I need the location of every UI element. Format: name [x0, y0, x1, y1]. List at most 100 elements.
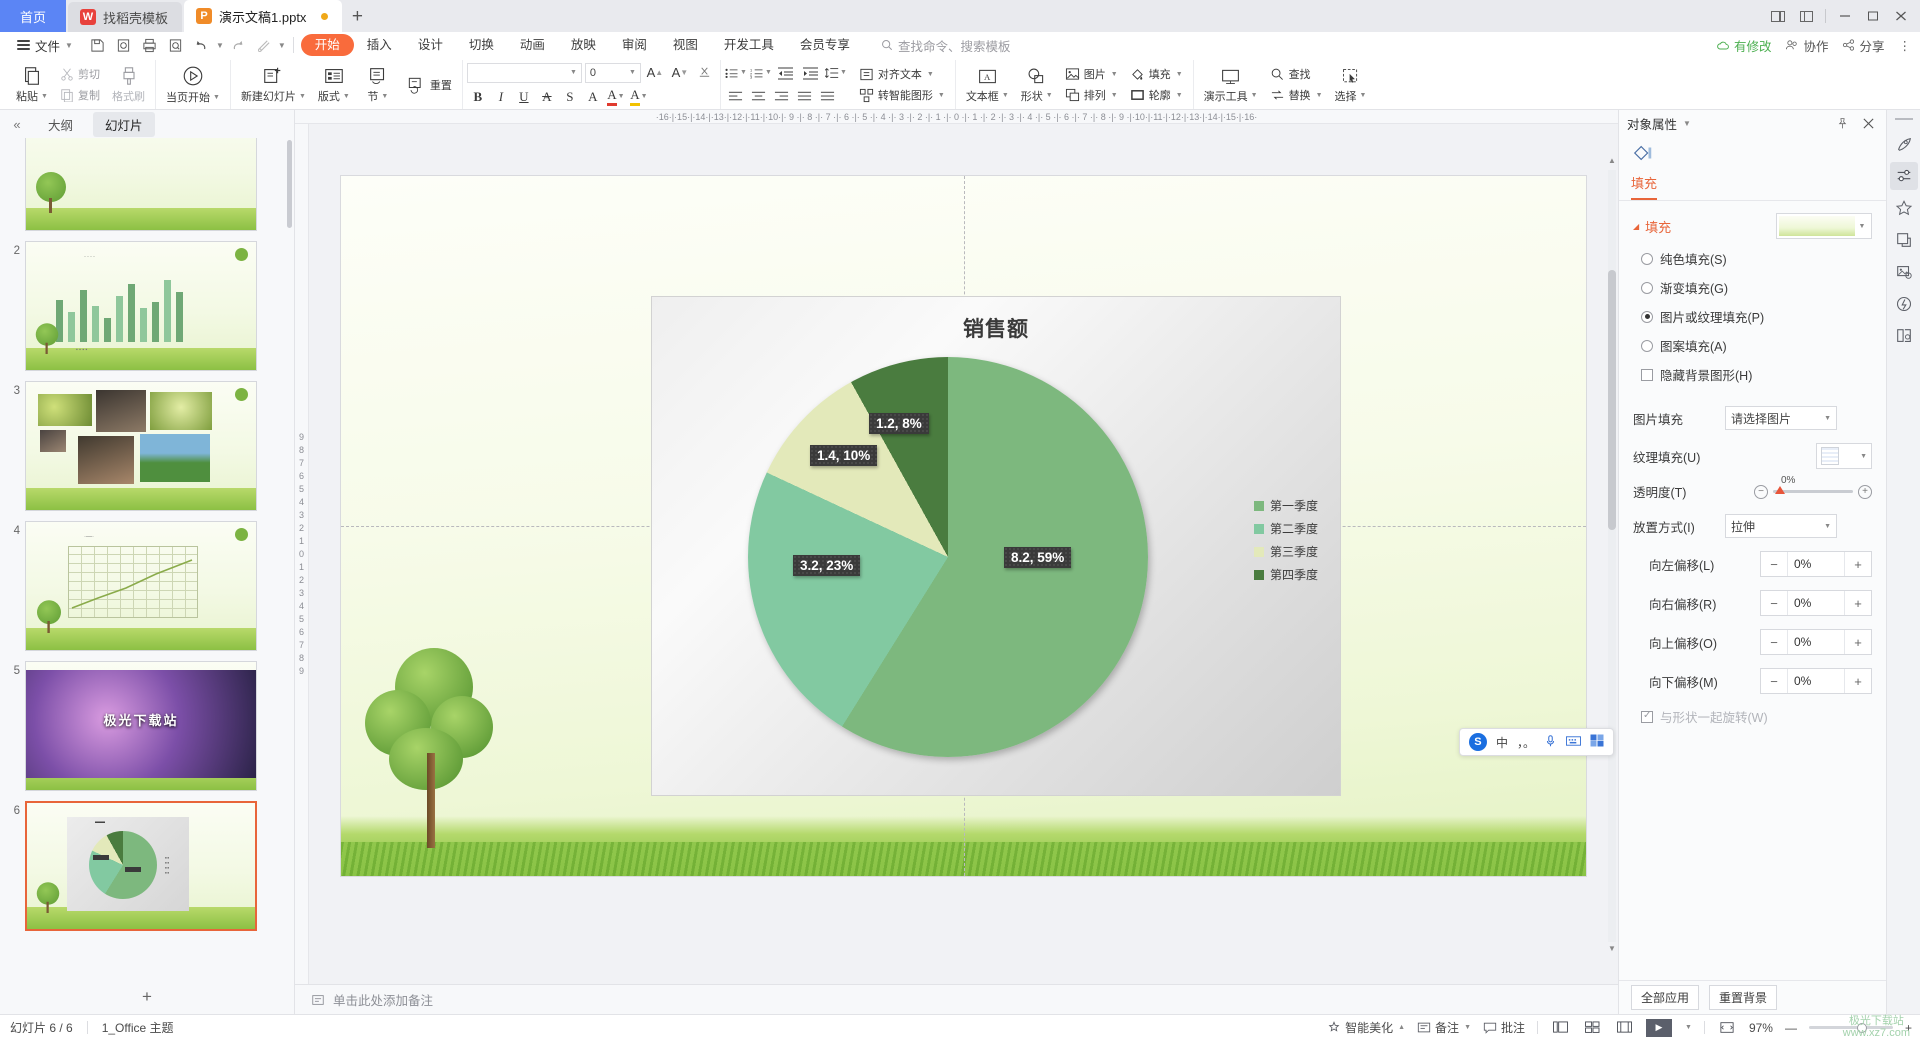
- slider-track[interactable]: 0%: [1773, 475, 1853, 494]
- offset-bottom-stepper[interactable]: − 0% +: [1760, 668, 1872, 694]
- more-options-icon[interactable]: ⋮: [1899, 38, 1913, 53]
- picture-button[interactable]: 图片 ▼: [1061, 64, 1122, 84]
- ime-punctuation-toggle[interactable]: ，。: [1517, 734, 1535, 751]
- cut-button[interactable]: 剪切: [56, 64, 104, 84]
- properties-icon[interactable]: [1889, 162, 1918, 190]
- ribbon-tab-insert[interactable]: 插入: [354, 34, 405, 56]
- ribbon-tab-design[interactable]: 设计: [405, 34, 456, 56]
- ribbon-tab-developer[interactable]: 开发工具: [711, 34, 787, 56]
- zoom-level-label[interactable]: 97%: [1749, 1021, 1773, 1035]
- keyboard-icon[interactable]: [1566, 735, 1581, 750]
- justify-button[interactable]: [794, 86, 816, 108]
- zoom-out-button[interactable]: —: [1785, 1021, 1797, 1035]
- tab-docer-template[interactable]: W 找稻壳模板: [68, 2, 183, 32]
- fill-preview-swatch[interactable]: ▼: [1776, 213, 1872, 239]
- slide-pane-scrollbar[interactable]: [287, 140, 292, 228]
- close-button[interactable]: [1888, 4, 1914, 28]
- underline-button[interactable]: U: [513, 86, 535, 108]
- pin-icon[interactable]: [1832, 113, 1852, 133]
- sorter-view-icon[interactable]: [1582, 1019, 1602, 1037]
- layers-icon[interactable]: [1890, 226, 1918, 254]
- convert-smartart-button[interactable]: 转智能图形 ▼: [855, 85, 949, 105]
- checkbox-hide-background[interactable]: 隐藏背景图形(H): [1641, 365, 1872, 384]
- close-icon[interactable]: [1858, 113, 1878, 133]
- reset-button[interactable]: 重置: [400, 60, 458, 109]
- notes-pane[interactable]: 单击此处添加备注: [295, 984, 1618, 1014]
- slide-canvas[interactable]: 销售额 8.2, 59% 3.2, 23% 1.4, 10% 1.2, 8% 第…: [341, 176, 1586, 876]
- highlight-color-button[interactable]: A ▼: [628, 86, 650, 108]
- ime-language-toggle[interactable]: 中: [1496, 734, 1508, 751]
- text-color-button[interactable]: A ▼: [605, 86, 627, 108]
- ribbon-tab-review[interactable]: 审阅: [609, 34, 660, 56]
- normal-view-icon[interactable]: [1550, 1019, 1570, 1037]
- minus-icon[interactable]: −: [1761, 669, 1787, 693]
- tab-outline[interactable]: 大纲: [36, 112, 85, 137]
- tab-slides[interactable]: 幻灯片: [93, 111, 155, 137]
- horizontal-ruler[interactable]: ·16·|·15·|·14·|·13·|·12·|·11·|·10·|· 9 ·…: [295, 110, 1618, 124]
- canvas-vertical-scrollbar[interactable]: [1608, 170, 1616, 942]
- customize-chevron-icon[interactable]: ▼: [278, 41, 286, 50]
- minus-icon[interactable]: −: [1761, 552, 1787, 576]
- rocket-icon[interactable]: [1890, 130, 1918, 158]
- collapse-left-icon[interactable]: «: [6, 113, 28, 135]
- indent-decrease-button[interactable]: [775, 62, 797, 84]
- numbering-button[interactable]: 1 2 3 ▼: [750, 62, 772, 84]
- paste-button[interactable]: 粘贴 ▼: [10, 60, 54, 109]
- toolbox-icon[interactable]: [1590, 734, 1604, 750]
- undo-chevron-icon[interactable]: ▼: [216, 41, 224, 50]
- scrollbar-thumb[interactable]: [1608, 270, 1616, 530]
- radio-gradient-fill[interactable]: 渐变填充(G): [1641, 278, 1872, 297]
- ime-toolbar[interactable]: S 中 ，。: [1458, 728, 1614, 756]
- ribbon-tab-animation[interactable]: 动画: [507, 34, 558, 56]
- shadow-button[interactable]: S: [559, 86, 581, 108]
- bullets-button[interactable]: ▼: [725, 62, 747, 84]
- undo-icon[interactable]: [190, 34, 214, 56]
- bold-button[interactable]: B: [467, 86, 489, 108]
- font-name-input[interactable]: ▼: [466, 62, 582, 83]
- effects-icon[interactable]: [1890, 290, 1918, 318]
- tab-home[interactable]: 首页: [0, 0, 66, 32]
- offset-bottom-value[interactable]: 0%: [1787, 669, 1845, 693]
- ribbon-tab-view[interactable]: 视图: [660, 34, 711, 56]
- slide-thumb-4[interactable]: 4 ·—·: [0, 516, 294, 656]
- slide-thumb-1[interactable]: 1: [0, 138, 294, 236]
- add-slide-button[interactable]: +: [0, 980, 294, 1014]
- share-button[interactable]: 分享: [1842, 36, 1885, 55]
- italic-button[interactable]: I: [490, 86, 512, 108]
- find-button[interactable]: 查找: [1266, 64, 1327, 84]
- command-search[interactable]: 查找命令、搜索模板: [881, 36, 1010, 55]
- slide-list[interactable]: 1 2 ····: [0, 138, 294, 980]
- plus-icon[interactable]: +: [1858, 484, 1872, 499]
- tab-fill[interactable]: 填充: [1631, 169, 1658, 200]
- copy-button[interactable]: 复制: [56, 85, 104, 105]
- format-painter-quick-icon[interactable]: [252, 34, 276, 56]
- restore-down-icon[interactable]: [1765, 4, 1791, 28]
- increase-font-size-button[interactable]: A ▲: [644, 62, 666, 84]
- offset-right-stepper[interactable]: − 0% +: [1760, 590, 1872, 616]
- font-size-input[interactable]: 0 ▼: [584, 62, 641, 83]
- indent-increase-button[interactable]: [800, 62, 822, 84]
- reset-background-button[interactable]: 重置背景: [1709, 985, 1778, 1010]
- align-left-button[interactable]: [725, 86, 747, 108]
- line-spacing-button[interactable]: ▼: [824, 62, 847, 84]
- select-button[interactable]: 选择 ▼: [1329, 60, 1373, 109]
- present-tools-button[interactable]: 演示工具 ▼: [1198, 60, 1264, 109]
- mic-icon[interactable]: [1544, 734, 1557, 751]
- ribbon-tab-member[interactable]: 会员专享: [787, 34, 863, 56]
- file-menu-button[interactable]: 文件 ▼: [10, 36, 80, 55]
- minus-icon[interactable]: −: [1754, 484, 1768, 499]
- offset-top-stepper[interactable]: − 0% +: [1760, 629, 1872, 655]
- slide-thumb-5[interactable]: 5 极光下载站: [0, 656, 294, 796]
- distribute-button[interactable]: [817, 86, 839, 108]
- offset-left-stepper[interactable]: − 0% +: [1760, 551, 1872, 577]
- chevron-down-icon[interactable]: ▼: [1683, 119, 1691, 128]
- align-right-button[interactable]: [771, 86, 793, 108]
- layout-button[interactable]: 版式 ▼: [312, 60, 356, 109]
- smart-beautify-button[interactable]: 智能美化 ▲: [1327, 1019, 1405, 1036]
- collaborate-button[interactable]: 协作: [1785, 36, 1828, 55]
- textbox-button[interactable]: A 文本框 ▼: [960, 60, 1015, 109]
- minus-icon[interactable]: −: [1761, 591, 1787, 615]
- align-text-button[interactable]: 文本框 对齐文本▼: [855, 64, 949, 84]
- new-tab-button[interactable]: +: [342, 2, 372, 32]
- star-icon[interactable]: [1890, 194, 1918, 222]
